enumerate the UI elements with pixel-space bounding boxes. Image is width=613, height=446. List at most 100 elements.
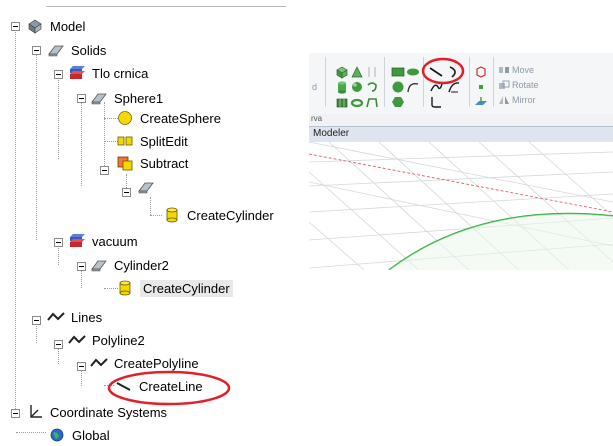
tree-connector	[58, 245, 59, 265]
point-icon[interactable]	[474, 80, 488, 94]
material-icon	[68, 233, 86, 249]
cone-icon[interactable]	[350, 65, 364, 79]
torus-icon[interactable]	[350, 95, 364, 109]
move-icon	[499, 67, 509, 73]
tree-item-create-cylinder-selected[interactable]: CreateCylinder	[116, 277, 233, 299]
expander-lines[interactable]	[32, 316, 41, 325]
annotation-ellipse-ribbon	[421, 57, 465, 85]
tree-item-tlo-crnica[interactable]: Tlo crnica	[68, 62, 148, 84]
move-label: Move	[512, 65, 535, 75]
tree-item-subtract-tool[interactable]	[137, 176, 155, 198]
tree-connector	[36, 53, 37, 240]
tree-item-create-cylinder[interactable]: CreateCylinder	[163, 204, 274, 226]
move-button[interactable]: Move	[498, 63, 534, 77]
ribbon-tab-label: rva	[311, 114, 323, 123]
tree-item-create-sphere[interactable]: CreateSphere	[116, 107, 221, 129]
ribbon-group-divider	[493, 57, 494, 107]
polyhedron-icon[interactable]	[335, 95, 349, 109]
plane-icon[interactable]	[474, 95, 488, 109]
bondwire-icon[interactable]	[365, 95, 379, 109]
material-icon	[68, 65, 86, 81]
tree-item-lines[interactable]: Lines	[47, 306, 102, 328]
tree-item-label: Sphere1	[114, 90, 164, 106]
tree-item-label: Lines	[71, 309, 103, 325]
ribbon-tab-row: rva	[309, 114, 613, 126]
rectangle-icon[interactable]	[391, 65, 405, 79]
solid-folder-icon	[47, 42, 65, 58]
rotate-button[interactable]: Rotate	[498, 78, 539, 92]
modeler-title: Modeler	[313, 128, 350, 139]
expander-subtract[interactable]	[100, 166, 109, 175]
tree-connector	[58, 75, 59, 159]
sphere-tool-icon[interactable]	[350, 80, 364, 94]
tree-connector	[126, 174, 127, 188]
ribbon-group-divider	[325, 57, 326, 107]
tree-item-label: CreateCylinder	[140, 279, 233, 297]
tree-connector	[81, 99, 82, 186]
box-icon[interactable]	[335, 65, 349, 79]
region-icon[interactable]	[474, 65, 488, 79]
draw-center-arc-icon[interactable]	[429, 95, 443, 109]
cylinder-tool-icon[interactable]	[335, 80, 349, 94]
regular-polygon-icon[interactable]	[391, 95, 405, 109]
tree-item-label: Model	[50, 18, 86, 34]
tree-item-label: Solids	[71, 42, 107, 58]
helix-icon[interactable]	[365, 65, 379, 79]
tree-item-split-edit[interactable]: SplitEdit	[116, 130, 188, 152]
polyline-icon	[68, 332, 86, 348]
cylinder-icon	[116, 280, 134, 296]
arc-icon[interactable]	[406, 80, 420, 94]
expander-solids[interactable]	[32, 46, 41, 55]
tree-item-label: CreateSphere	[140, 110, 221, 126]
tree-top-divider	[46, 6, 286, 7]
expander-vacuum[interactable]	[54, 238, 63, 247]
tree-item-sphere1[interactable]: Sphere1	[90, 87, 163, 109]
circle-icon[interactable]	[391, 80, 405, 94]
modeler-title-bar: Modeler	[309, 126, 613, 143]
expander-sphere1[interactable]	[77, 94, 86, 103]
ellipse-icon[interactable]	[406, 65, 420, 79]
model-tree: Model Solids Tlo crnica Sphere1 CreateSp…	[0, 0, 300, 443]
expander-model[interactable]	[11, 22, 20, 31]
tree-item-label: Subtract	[140, 155, 189, 171]
tree-item-subtract[interactable]: Subtract	[116, 152, 188, 174]
tree-item-cylinder2[interactable]: Cylinder2	[90, 254, 169, 276]
spiral-icon[interactable]	[365, 80, 379, 94]
grid-plane	[309, 142, 613, 270]
split-icon	[116, 133, 134, 149]
ribbon-group-divider	[384, 57, 385, 107]
mirror-button[interactable]: Mirror	[498, 93, 536, 107]
ribbon-group-divider	[469, 57, 470, 107]
solid-object-icon	[90, 90, 108, 106]
sphere-icon	[116, 110, 134, 126]
expander-tlo-crnica[interactable]	[54, 70, 63, 79]
tree-item-label: Global	[72, 427, 110, 443]
expander-create-polyline[interactable]	[77, 362, 86, 371]
mirror-icon	[499, 96, 509, 104]
rotate-icon	[499, 80, 510, 89]
expander-cylinder2[interactable]	[77, 262, 86, 271]
tree-item-vacuum[interactable]: vacuum	[68, 230, 138, 252]
tree-item-global[interactable]: Global	[48, 424, 110, 446]
tree-item-polyline2[interactable]: Polyline2	[68, 329, 145, 351]
globe-icon	[48, 427, 66, 443]
tree-item-label: vacuum	[92, 233, 138, 249]
modeler-viewport[interactable]	[309, 142, 613, 270]
expander-subtract-child[interactable]	[122, 188, 131, 197]
expander-polyline2[interactable]	[54, 340, 63, 349]
tree-item-label: SplitEdit	[140, 133, 188, 149]
tree-item-label: CreateCylinder	[187, 207, 274, 223]
cylinder-face	[389, 213, 613, 270]
polyline-icon	[47, 309, 65, 325]
tree-connector	[36, 323, 37, 343]
tree-item-label: Polyline2	[92, 332, 145, 348]
tree-connector	[81, 270, 82, 288]
tree-item-solids[interactable]: Solids	[47, 39, 106, 61]
tree-connector	[104, 102, 105, 168]
tree-connector	[16, 432, 46, 433]
tree-item-model[interactable]: Model	[26, 15, 85, 37]
expander-coordinate-systems[interactable]	[11, 409, 20, 418]
tree-connector	[150, 215, 162, 216]
ribbon-toolbar: d Move Rotate Mirror	[309, 53, 613, 115]
annotation-ellipse	[107, 370, 231, 406]
